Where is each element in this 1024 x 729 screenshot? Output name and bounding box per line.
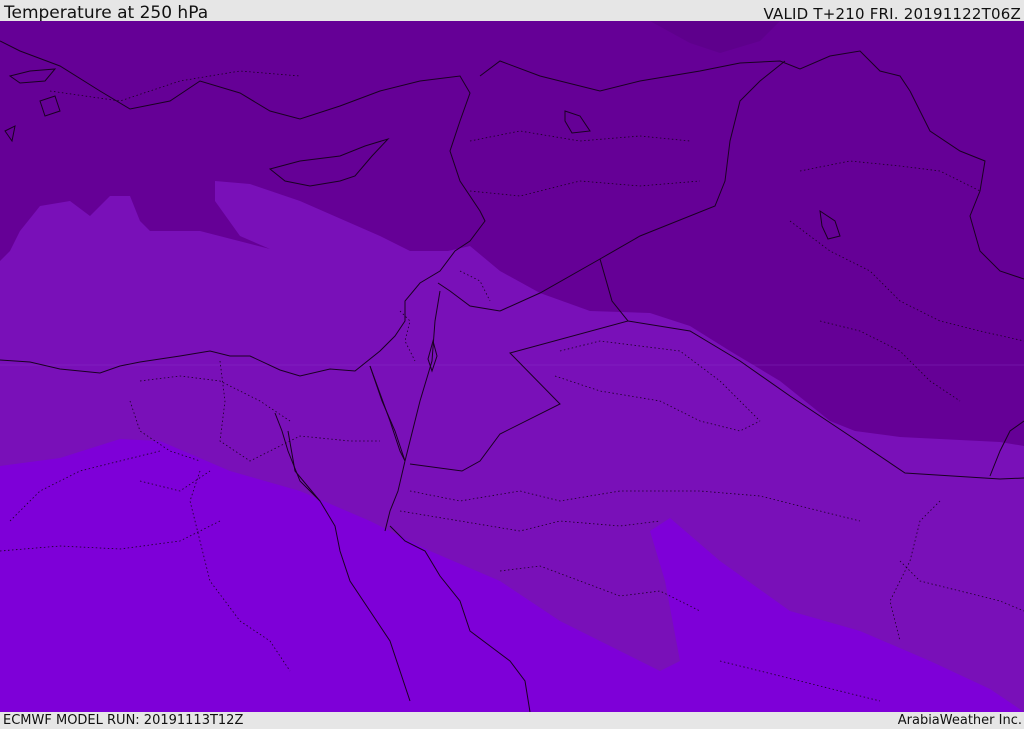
map-title: Temperature at 250 hPa xyxy=(4,3,209,23)
map-canvas xyxy=(0,21,1024,712)
header-bar: Temperature at 250 hPa VALID T+210 FRI. … xyxy=(0,0,1024,23)
credit-label: ArabiaWeather Inc. xyxy=(897,713,1022,728)
model-run-label: ECMWF MODEL RUN: 20191113T12Z xyxy=(3,713,244,728)
footer-bar: ECMWF MODEL RUN: 20191113T12Z ArabiaWeat… xyxy=(0,712,1024,729)
weather-map[interactable] xyxy=(0,21,1024,712)
